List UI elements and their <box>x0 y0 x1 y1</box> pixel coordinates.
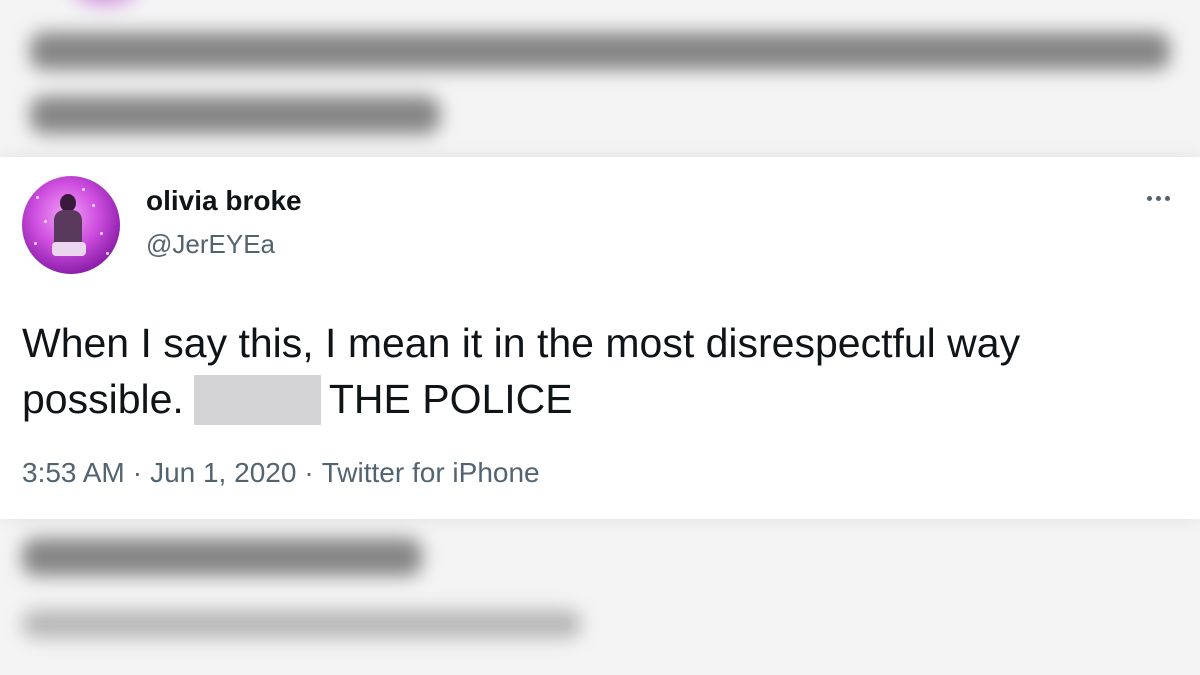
blurred-meta-line <box>22 610 582 638</box>
tweet-text-line-2-start: possible. <box>22 376 184 422</box>
avatar-figure-skirt <box>52 242 86 256</box>
user-handle[interactable]: @JerEYEa <box>146 229 275 260</box>
sparkle <box>82 188 85 191</box>
blurred-avatar <box>70 0 140 5</box>
tweet-source[interactable]: Twitter for iPhone <box>322 457 540 488</box>
tweet-text-line-1: When I say this, I mean it in the most d… <box>22 320 1021 366</box>
blurred-text-line <box>30 32 1170 70</box>
tweet-metadata: 3:53 AM · Jun 1, 2020 · Twitter for iPhone <box>22 457 540 489</box>
more-dot <box>1146 195 1152 201</box>
sparkle <box>36 196 39 199</box>
meta-separator: · <box>132 457 143 488</box>
sparkle <box>106 252 109 255</box>
tweet-time[interactable]: 3:53 AM <box>22 457 125 488</box>
more-options-icon[interactable] <box>1138 185 1178 211</box>
more-dot <box>1164 195 1170 201</box>
more-dot <box>1155 195 1161 201</box>
tweet-date[interactable]: Jun 1, 2020 <box>150 457 296 488</box>
blurred-text-line <box>22 538 422 576</box>
screenshot-stage: olivia broke @JerEYEa When I say this, I… <box>0 0 1200 675</box>
sparkle <box>92 204 95 207</box>
tweet-text-line-2: possible. THE POLICE <box>22 371 1192 427</box>
meta-separator: · <box>304 457 314 488</box>
tweet-text: When I say this, I mean it in the most d… <box>22 315 1192 427</box>
blurred-text-line <box>30 96 440 134</box>
tweet-card: olivia broke @JerEYEa When I say this, I… <box>0 157 1200 519</box>
sparkle <box>44 220 47 223</box>
tweet-text-line-2-end: THE POLICE <box>328 376 573 422</box>
redaction-box <box>193 375 321 425</box>
sparkle <box>100 232 103 235</box>
sparkle <box>34 242 37 245</box>
profile-photo-icon[interactable] <box>22 176 120 274</box>
display-name[interactable]: olivia broke <box>146 185 302 217</box>
